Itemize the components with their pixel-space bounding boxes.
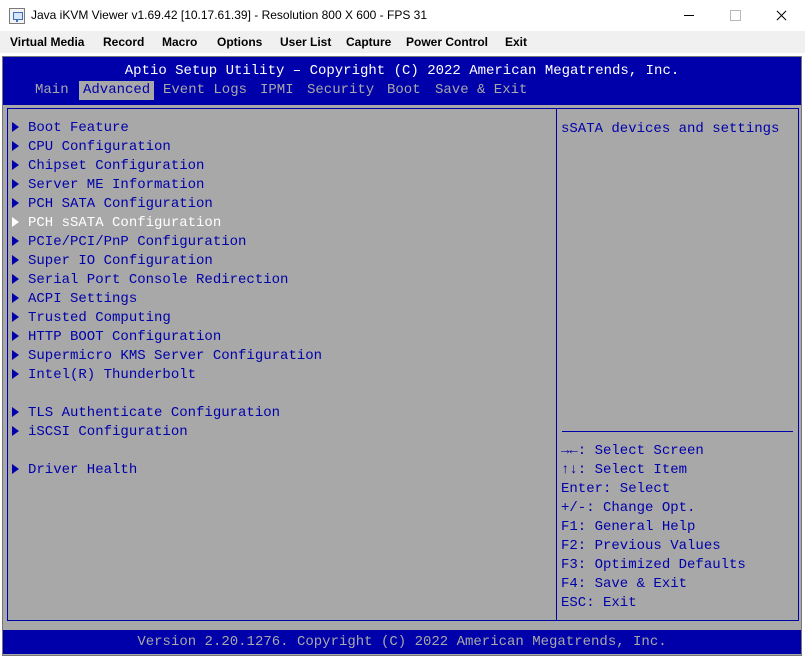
menu-item-super-io-configuration[interactable]: Super IO Configuration [12,252,213,271]
key-help-f3: F3: Optimized Defaults [561,557,746,573]
bios-version-text: Version 2.20.1276. Copyright (C) 2022 Am… [137,634,667,650]
menu-panel: Boot Feature CPU Configuration Chipset C… [7,108,557,621]
key-help-f4: F4: Save & Exit [561,576,688,592]
submenu-arrow-icon [12,331,19,341]
key-help-f2: F2: Previous Values [561,538,721,554]
key-help-select-screen: →←: Select Screen [561,443,704,459]
menu-user-list[interactable]: User List [280,35,331,49]
java-app-icon [9,8,25,24]
menu-bar: Virtual Media Record Macro Options User … [0,31,805,53]
menu-item-driver-health[interactable]: Driver Health [12,461,137,480]
menu-item-intel-thunderbolt[interactable]: Intel(R) Thunderbolt [12,366,196,385]
menu-item-tls-authenticate-configuration[interactable]: TLS Authenticate Configuration [12,404,280,423]
menu-item-http-boot-configuration[interactable]: HTTP BOOT Configuration [12,328,221,347]
submenu-arrow-icon [12,312,19,322]
menu-capture[interactable]: Capture [346,35,391,49]
submenu-arrow-icon [12,122,19,132]
menu-item-acpi-settings[interactable]: ACPI Settings [12,290,137,309]
bios-title: Aptio Setup Utility – Copyright (C) 2022… [124,63,680,79]
menu-item-pch-sata-configuration[interactable]: PCH SATA Configuration [12,195,213,214]
menu-item-iscsi-configuration[interactable]: iSCSI Configuration [12,423,188,442]
tab-security[interactable]: Security [303,81,378,100]
submenu-arrow-icon [12,198,19,208]
submenu-arrow-icon [12,369,19,379]
menu-item-cpu-configuration[interactable]: CPU Configuration [12,138,171,157]
menu-item-boot-feature[interactable]: Boot Feature [12,119,129,138]
key-help-f1: F1: General Help [561,519,696,535]
key-help-change-opt: +/-: Change Opt. [561,500,696,516]
item-help-text: sSATA devices and settings [561,121,780,137]
submenu-arrow-icon [12,274,19,284]
tab-boot[interactable]: Boot [383,81,425,100]
submenu-arrow-icon [12,141,19,151]
help-divider [562,431,793,432]
menu-item-pch-ssata-configuration[interactable]: PCH sSATA Configuration [12,214,221,233]
key-help-select-item: ↑↓: Select Item [561,462,688,478]
help-panel: sSATA devices and settings →←: Select Sc… [556,108,799,621]
submenu-arrow-icon [12,350,19,360]
close-icon[interactable] [758,0,804,31]
menu-item-server-me-information[interactable]: Server ME Information [12,176,204,195]
bios-header: Aptio Setup Utility – Copyright (C) 2022… [3,57,801,105]
submenu-arrow-icon [12,160,19,170]
tab-event-logs[interactable]: Event Logs [159,81,251,100]
submenu-arrow-icon [12,464,19,474]
submenu-arrow-icon [12,217,19,227]
submenu-arrow-icon [12,179,19,189]
menu-virtual-media[interactable]: Virtual Media [10,35,84,49]
kvm-screen[interactable]: Aptio Setup Utility – Copyright (C) 2022… [2,56,802,656]
menu-exit[interactable]: Exit [505,35,527,49]
key-help-enter: Enter: Select [561,481,671,497]
tab-main[interactable]: Main [31,81,73,100]
menu-item-trusted-computing[interactable]: Trusted Computing [12,309,171,328]
minimize-icon[interactable] [666,0,712,31]
submenu-arrow-icon [12,293,19,303]
menu-macro[interactable]: Macro [162,35,197,49]
key-help-esc: ESC: Exit [561,595,637,611]
submenu-arrow-icon [12,236,19,246]
menu-options[interactable]: Options [217,35,262,49]
bios-footer: Version 2.20.1276. Copyright (C) 2022 Am… [3,630,801,654]
menu-power-control[interactable]: Power Control [406,35,488,49]
submenu-arrow-icon [12,255,19,265]
maximize-icon[interactable] [712,0,758,31]
menu-item-pcie-pci-pnp-configuration[interactable]: PCIe/PCI/PnP Configuration [12,233,246,252]
window-title-bar[interactable]: Java iKVM Viewer v1.69.42 [10.17.61.39] … [0,0,805,31]
tab-advanced[interactable]: Advanced [79,81,155,100]
submenu-arrow-icon [12,407,19,417]
tab-ipmi[interactable]: IPMI [256,81,298,100]
tab-save-exit[interactable]: Save & Exit [431,81,531,100]
menu-item-supermicro-kms-server-configuration[interactable]: Supermicro KMS Server Configuration [12,347,322,366]
menu-item-chipset-configuration[interactable]: Chipset Configuration [12,157,204,176]
menu-item-serial-port-console-redirection[interactable]: Serial Port Console Redirection [12,271,288,290]
window-title: Java iKVM Viewer v1.69.42 [10.17.61.39] … [31,8,428,22]
submenu-arrow-icon [12,426,19,436]
menu-record[interactable]: Record [103,35,144,49]
